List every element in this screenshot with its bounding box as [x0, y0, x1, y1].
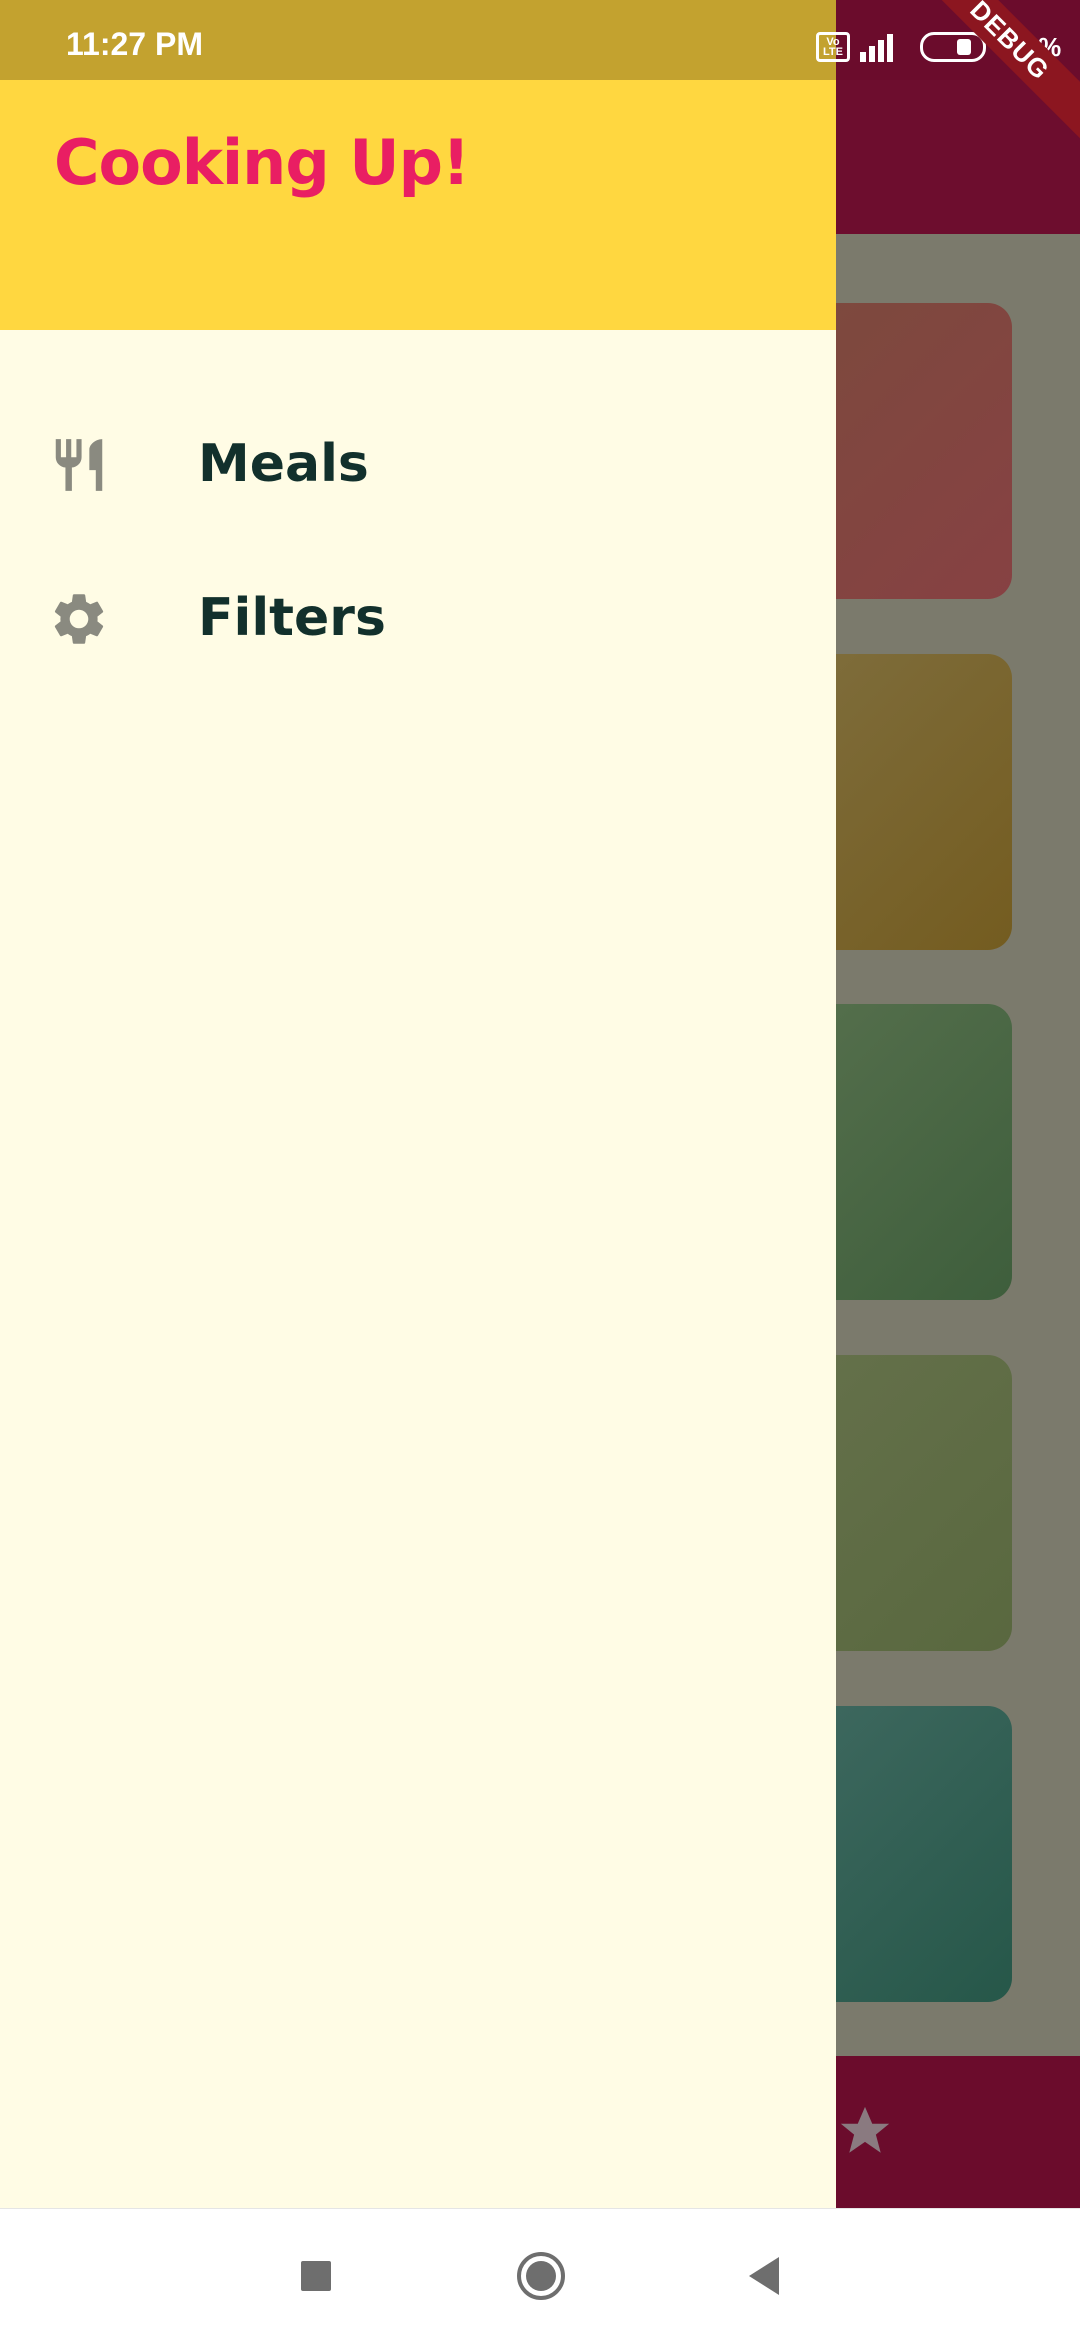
battery-icon [920, 32, 986, 62]
status-bar: 11:27 PM Vo LTE 69 % DEBUG [0, 0, 1080, 147]
home-icon[interactable] [514, 2249, 568, 2303]
drawer-item-meals[interactable]: Meals [0, 388, 836, 540]
system-nav-bar [0, 2208, 1080, 2340]
signal-icon [860, 34, 893, 62]
drawer-title: Cooking Up! [54, 126, 470, 199]
drawer-item-label: Meals [198, 434, 369, 494]
settings-icon [54, 594, 104, 644]
favorites-star-icon[interactable] [836, 2102, 894, 2160]
navigation-drawer: Cooking Up! Meals Filters [0, 80, 836, 2208]
drawer-header: Cooking Up! [0, 80, 836, 330]
drawer-item-label: Filters [198, 588, 386, 648]
recents-icon[interactable] [289, 2249, 343, 2303]
battery-fill [957, 39, 971, 55]
restaurant-icon [55, 439, 103, 491]
drawer-item-filters[interactable]: Filters [0, 542, 836, 694]
screen: 11:27 PM Vo LTE 69 % DEBUG Cooking Up! M [0, 0, 1080, 2340]
back-icon[interactable] [737, 2249, 791, 2303]
status-time: 11:27 PM [66, 26, 203, 62]
volte-icon: Vo LTE [816, 32, 850, 62]
